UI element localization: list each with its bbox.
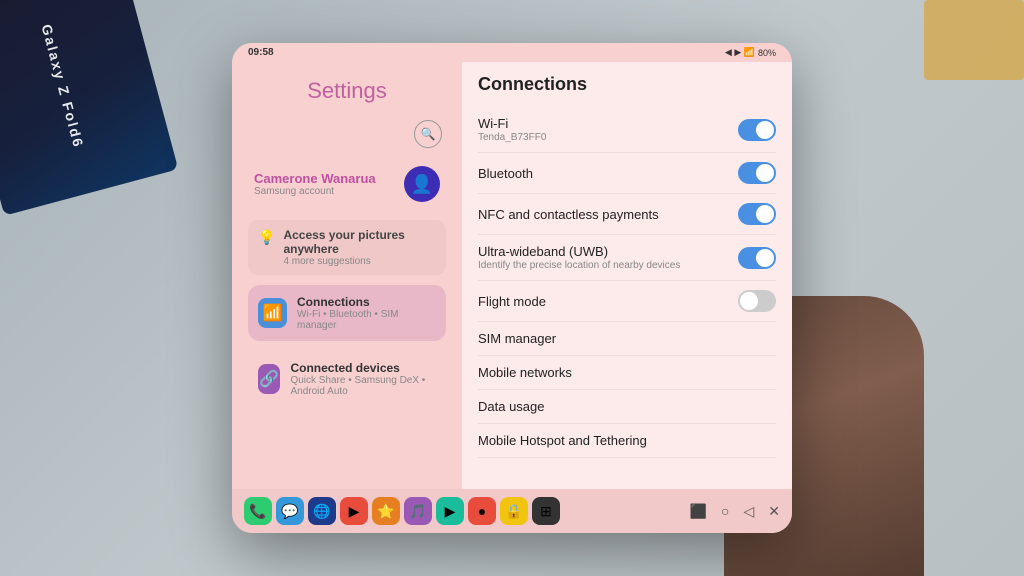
hotspot-info: Mobile Hotspot and Tethering xyxy=(478,433,647,448)
sim-info: SIM manager xyxy=(478,331,556,346)
nav-controls: ⬛ ○ ◁ ✕ xyxy=(690,503,780,520)
search-icon-row: 🔍 xyxy=(248,120,446,148)
connections-title: Connections xyxy=(478,72,776,95)
nfc-toggle[interactable] xyxy=(738,203,776,225)
nav-app-music[interactable]: 🎵 xyxy=(404,497,432,525)
bluetooth-info: Bluetooth xyxy=(478,166,533,181)
mobile-networks-info: Mobile networks xyxy=(478,365,572,380)
suggestion-main: Access your pictures anywhere xyxy=(283,228,436,256)
flight-toggle[interactable] xyxy=(738,290,776,312)
setting-row-flight[interactable]: Flight mode xyxy=(478,281,776,322)
uwb-label: Ultra-wideband (UWB) xyxy=(478,244,680,259)
phone-screen: 09:58 ◀ ▶ 📶 80% Settings 🔍 Camerone Wana… xyxy=(232,43,792,533)
flight-label: Flight mode xyxy=(478,294,546,309)
connected-devices-label: Connected devices xyxy=(290,361,436,375)
bluetooth-toggle[interactable] xyxy=(738,162,776,184)
setting-row-nfc[interactable]: NFC and contactless payments xyxy=(478,194,776,235)
nav-app-youtube[interactable]: ● xyxy=(468,497,496,525)
nav-recents[interactable]: ⬛ xyxy=(690,503,707,520)
nav-app-phone[interactable]: 📞 xyxy=(244,497,272,525)
uwb-toggle[interactable] xyxy=(738,247,776,269)
nav-app-messages[interactable]: 💬 xyxy=(276,497,304,525)
status-time: 09:58 xyxy=(248,47,274,58)
setting-row-sim[interactable]: SIM manager xyxy=(478,322,776,356)
nav-app-bixby[interactable]: ⭐ xyxy=(372,497,400,525)
signal-icon: ◀ ▶ 📶 xyxy=(725,47,755,58)
nav-app-secure[interactable]: 🔒 xyxy=(500,497,528,525)
setting-row-mobile-networks[interactable]: Mobile networks xyxy=(478,356,776,390)
right-panel: Connections Wi-Fi Tenda_B73FF0 Bluetooth… xyxy=(462,62,792,489)
profile-name: Camerone Wanarua xyxy=(254,171,404,186)
nfc-label: NFC and contactless payments xyxy=(478,207,659,222)
bluetooth-label: Bluetooth xyxy=(478,166,533,181)
connections-icon: 📶 xyxy=(258,298,287,328)
nav-app-grid[interactable]: ⊞ xyxy=(532,497,560,525)
mobile-networks-label: Mobile networks xyxy=(478,365,572,380)
connected-devices-sub: Quick Share • Samsung DeX • Android Auto xyxy=(290,375,436,397)
connected-devices-icon: 🔗 xyxy=(258,364,280,394)
status-right: ◀ ▶ 📶 80% xyxy=(725,47,776,58)
nav-app-media[interactable]: ▶ xyxy=(340,497,368,525)
wifi-toggle[interactable] xyxy=(738,119,776,141)
menu-item-connections[interactable]: 📶 Connections Wi-Fi • Bluetooth • SIM ma… xyxy=(248,285,446,341)
setting-row-wifi[interactable]: Wi-Fi Tenda_B73FF0 xyxy=(478,107,776,153)
bulb-icon: 💡 xyxy=(258,229,275,246)
suggestion-sub: 4 more suggestions xyxy=(283,256,436,267)
galaxy-box-label: Galaxy Z Fold6 xyxy=(39,23,87,150)
phone-content: Settings 🔍 Camerone Wanarua Samsung acco… xyxy=(232,62,792,489)
battery-indicator: 80% xyxy=(758,48,776,58)
nav-home[interactable]: ○ xyxy=(721,503,729,519)
setting-row-bluetooth[interactable]: Bluetooth xyxy=(478,153,776,194)
flight-info: Flight mode xyxy=(478,294,546,309)
connections-sub: Wi-Fi • Bluetooth • SIM manager xyxy=(297,309,436,331)
hotspot-label: Mobile Hotspot and Tethering xyxy=(478,433,647,448)
profile-subtitle: Samsung account xyxy=(254,186,404,197)
data-usage-info: Data usage xyxy=(478,399,545,414)
nav-app-browser[interactable]: 🌐 xyxy=(308,497,336,525)
sim-label: SIM manager xyxy=(478,331,556,346)
search-button[interactable]: 🔍 xyxy=(414,120,442,148)
wifi-info: Wi-Fi Tenda_B73FF0 xyxy=(478,116,546,143)
data-usage-label: Data usage xyxy=(478,399,545,414)
nav-apps: 📞 💬 🌐 ▶ ⭐ 🎵 ▶ ● 🔒 ⊞ xyxy=(244,497,560,525)
uwb-sub: Identify the precise location of nearby … xyxy=(478,260,680,271)
wifi-label: Wi-Fi xyxy=(478,116,546,131)
connections-text: Connections Wi-Fi • Bluetooth • SIM mana… xyxy=(297,295,436,331)
profile-avatar: 👤 xyxy=(404,166,440,202)
nav-app-play[interactable]: ▶ xyxy=(436,497,464,525)
menu-item-connected-devices[interactable]: 🔗 Connected devices Quick Share • Samsun… xyxy=(248,351,446,407)
setting-row-hotspot[interactable]: Mobile Hotspot and Tethering xyxy=(478,424,776,458)
status-bar: 09:58 ◀ ▶ 📶 80% xyxy=(232,43,792,62)
setting-row-uwb[interactable]: Ultra-wideband (UWB) Identify the precis… xyxy=(478,235,776,281)
nfc-info: NFC and contactless payments xyxy=(478,207,659,222)
settings-title: Settings xyxy=(248,72,446,110)
navbar: 📞 💬 🌐 ▶ ⭐ 🎵 ▶ ● 🔒 ⊞ ⬛ ○ ◁ ✕ xyxy=(232,489,792,533)
uwb-info: Ultra-wideband (UWB) Identify the precis… xyxy=(478,244,680,271)
suggestion-text: Access your pictures anywhere 4 more sug… xyxy=(283,228,436,267)
setting-row-data-usage[interactable]: Data usage xyxy=(478,390,776,424)
nav-close[interactable]: ✕ xyxy=(768,503,780,520)
suggestion-banner[interactable]: 💡 Access your pictures anywhere 4 more s… xyxy=(248,220,446,275)
corner-accessory xyxy=(924,0,1024,80)
left-panel: Settings 🔍 Camerone Wanarua Samsung acco… xyxy=(232,62,462,489)
profile-info: Camerone Wanarua Samsung account xyxy=(254,171,404,197)
connections-label: Connections xyxy=(297,295,436,309)
connected-devices-text: Connected devices Quick Share • Samsung … xyxy=(290,361,436,397)
nav-back[interactable]: ◁ xyxy=(743,503,754,520)
profile-row[interactable]: Camerone Wanarua Samsung account 👤 xyxy=(248,158,446,210)
wifi-sub: Tenda_B73FF0 xyxy=(478,132,546,143)
